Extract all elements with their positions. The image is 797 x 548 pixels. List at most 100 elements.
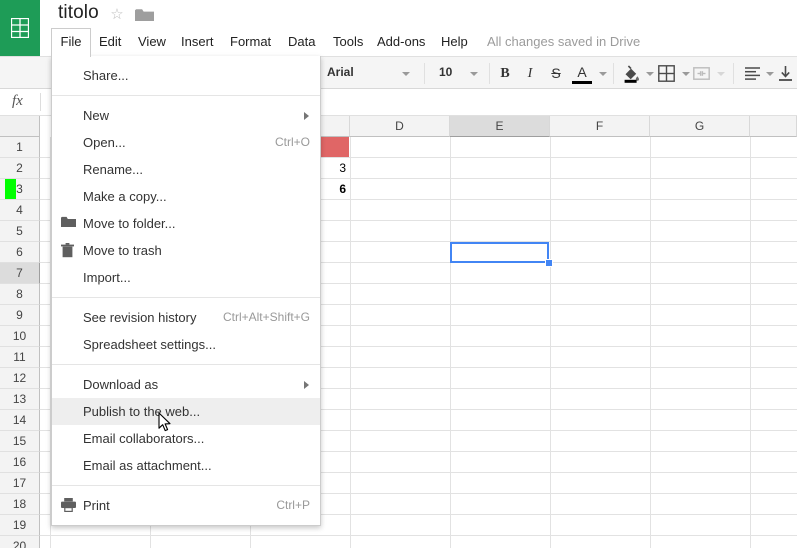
font-size-chevron-down-icon[interactable] [470, 72, 478, 76]
menu-insert[interactable]: Insert [174, 28, 221, 56]
folder-icon [61, 216, 76, 231]
column-header-d[interactable]: D [350, 116, 450, 137]
row-header-20[interactable]: 20 [0, 536, 40, 548]
menu-divider [52, 95, 320, 96]
row-header-15[interactable]: 15 [0, 431, 40, 452]
vertical-align-icon[interactable] [777, 65, 794, 82]
file-menu-item-label: Move to folder... [83, 216, 176, 231]
formula-bar-divider [40, 93, 41, 111]
file-menu-item-label: Make a copy... [83, 189, 167, 204]
row-header-10[interactable]: 10 [0, 326, 40, 347]
file-menu-dropdown[interactable]: Share... New Open... Ctrl+O Rename... Make a … [51, 56, 321, 526]
menu-data[interactable]: Data [281, 28, 322, 56]
select-all-corner[interactable] [0, 116, 40, 137]
align-chevron-down-icon[interactable] [766, 72, 774, 76]
file-menu-tab-label[interactable]: File [58, 28, 84, 56]
file-menu-item-label: Spreadsheet settings... [83, 337, 216, 352]
sheets-logo[interactable] [0, 0, 40, 58]
file-menu-item-publish-to-the-web[interactable]: Publish to the web... [52, 398, 320, 425]
file-menu-item-shortcut: Ctrl+O [274, 135, 310, 149]
file-menu-item-import[interactable]: Import... [52, 264, 320, 291]
row-header-16[interactable]: 16 [0, 452, 40, 473]
borders-chevron-down-icon[interactable] [682, 72, 690, 76]
selection-fill-handle[interactable] [545, 259, 553, 267]
menu-tools[interactable]: Tools [326, 28, 370, 56]
row-header-14[interactable]: 14 [0, 410, 40, 431]
row-header-2[interactable]: 2 [0, 158, 40, 179]
align-left-icon[interactable] [744, 65, 761, 82]
file-menu-item-make-a-copy[interactable]: Make a copy... [52, 183, 320, 210]
file-menu-item-shortcut: Ctrl+Alt+Shift+G [222, 310, 310, 324]
file-menu-item-download-as[interactable]: Download as [52, 371, 320, 398]
file-menu-item-shortcut: Ctrl+P [276, 498, 310, 512]
column-header-blank[interactable] [750, 116, 797, 137]
star-icon[interactable]: ☆ [109, 7, 125, 23]
move-to-folder-icon[interactable] [135, 8, 154, 22]
file-menu-item-open[interactable]: Open... Ctrl+O [52, 129, 320, 156]
file-menu-item-rename[interactable]: Rename... [52, 156, 320, 183]
font-family-label[interactable]: Arial [327, 65, 354, 79]
column-header-f[interactable]: F [550, 116, 650, 137]
row-header-18[interactable]: 18 [0, 494, 40, 515]
font-family-chevron-down-icon[interactable] [402, 72, 410, 76]
merge-cells-chevron-down-icon[interactable] [717, 72, 725, 76]
save-status: All changes saved in Drive [487, 34, 641, 49]
fill-color-icon[interactable] [622, 65, 640, 83]
document-title[interactable]: titolo [58, 2, 99, 24]
toolbar-separator [489, 63, 490, 84]
menu-edit[interactable]: Edit [92, 28, 128, 56]
column-header-e[interactable]: E [450, 116, 550, 137]
file-menu-item-label: Download as [83, 377, 159, 392]
menu-divider [52, 297, 320, 298]
row-header-5[interactable]: 5 [0, 221, 40, 242]
google-sheets-window: titolo ☆ File EditViewInsertFormatDataToo… [0, 0, 797, 548]
menu-format[interactable]: Format [223, 28, 278, 56]
merge-cells-icon[interactable] [693, 65, 710, 82]
menu-divider [52, 485, 320, 486]
row-header-9[interactable]: 9 [0, 305, 40, 326]
row-header-12[interactable]: 12 [0, 368, 40, 389]
file-menu-item-email-collaborators[interactable]: Email collaborators... [52, 425, 320, 452]
row-header-13[interactable]: 13 [0, 389, 40, 410]
row-header-8[interactable]: 8 [0, 284, 40, 305]
row-header-7[interactable]: 7 [0, 263, 40, 284]
borders-icon[interactable] [658, 65, 675, 82]
bold-button[interactable]: B [495, 63, 515, 84]
cell-a3-fill[interactable] [5, 179, 16, 199]
file-menu-item-label: New [83, 108, 110, 123]
row-header-11[interactable]: 11 [0, 347, 40, 368]
toolbar-separator [733, 63, 734, 84]
file-menu-item-label: Share... [83, 68, 129, 83]
menu-add-ons[interactable]: Add-ons [370, 28, 432, 56]
text-color-button[interactable]: A [572, 64, 592, 84]
file-menu-item-move-to-trash[interactable]: Move to trash [52, 237, 320, 264]
menu-divider [52, 364, 320, 365]
menu-help[interactable]: Help [434, 28, 475, 56]
row-header-6[interactable]: 6 [0, 242, 40, 263]
italic-button[interactable]: I [520, 63, 540, 84]
menu-view[interactable]: View [131, 28, 173, 56]
file-menu-item-label: Move to trash [83, 243, 162, 258]
file-menu-item-email-as-attachment[interactable]: Email as attachment... [52, 452, 320, 479]
file-menu-item-label: Import... [83, 270, 131, 285]
fill-color-chevron-down-icon[interactable] [646, 72, 654, 76]
file-menu-item-print[interactable]: Print Ctrl+P [52, 492, 320, 519]
file-menu-item-label: See revision history [83, 310, 197, 325]
file-menu-item-see-revision-history[interactable]: See revision history Ctrl+Alt+Shift+G [52, 304, 320, 331]
row-header-4[interactable]: 4 [0, 200, 40, 221]
column-header-g[interactable]: G [650, 116, 750, 137]
font-size-label[interactable]: 10 [439, 65, 452, 79]
fx-icon: fx [12, 93, 23, 109]
file-menu-item-move-to-folder[interactable]: Move to folder... [52, 210, 320, 237]
strikethrough-button[interactable]: S [546, 63, 566, 84]
text-color-chevron-down-icon[interactable] [599, 72, 607, 76]
file-menu-item-new[interactable]: New [52, 102, 320, 129]
row-header-17[interactable]: 17 [0, 473, 40, 494]
file-menu-item-share[interactable]: Share... [52, 62, 320, 89]
row-header-1[interactable]: 1 [0, 137, 40, 158]
row-header-19[interactable]: 19 [0, 515, 40, 536]
file-menu-item-spreadsheet-settings[interactable]: Spreadsheet settings... [52, 331, 320, 358]
file-menu-item-label: Print [83, 498, 110, 513]
file-menu-item-label: Email as attachment... [83, 458, 212, 473]
selected-cell-e7[interactable] [450, 242, 549, 263]
